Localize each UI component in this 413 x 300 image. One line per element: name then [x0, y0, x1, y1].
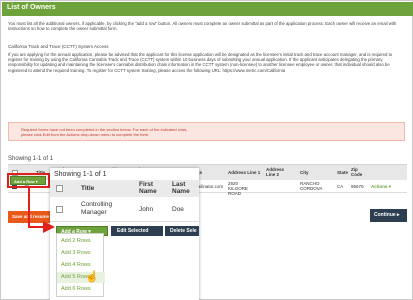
- cctt-title: California Track and Trace (CCTT) System…: [8, 44, 109, 49]
- required-forms-alert: Required forms have not been completed i…: [8, 122, 405, 141]
- delete-selected-label: Delete Sele: [170, 228, 197, 234]
- zoom-col-title: Title: [81, 185, 95, 192]
- hand-cursor-icon: ☝: [85, 271, 99, 283]
- zoom-cell-first-name: John: [139, 206, 154, 213]
- continue-button[interactable]: Continue ▸: [370, 209, 407, 222]
- cell-zip: 95670: [351, 184, 364, 189]
- zoom-cell-last-name: Doe: [172, 206, 184, 213]
- alert-text: Required forms have not been completed i…: [21, 127, 187, 137]
- continue-button-label: Continue ▸: [374, 212, 400, 218]
- menu-item-add-2-rows[interactable]: Add 2 Rows: [57, 236, 105, 247]
- edit-selected-label: Edit Selected: [117, 228, 149, 234]
- section-header: List of Owners: [2, 2, 413, 16]
- cell-state: CA: [337, 184, 344, 189]
- zoom-select-all-checkbox[interactable]: [56, 185, 63, 192]
- cctt-body: If you are applying for the annual appli…: [8, 52, 393, 73]
- pagination-summary: Showing 1-1 of 1: [8, 156, 54, 162]
- col-address1: Address Line 1: [228, 170, 261, 175]
- zoom-table-row[interactable]: Controlling Manager John Doe: [50, 198, 199, 222]
- add-rows-dropdown-menu: Add 2 Rows Add 3 Rows Add 4 Rows Add 5 R…: [56, 233, 105, 297]
- menu-item-add-6-rows[interactable]: Add 6 Rows: [57, 284, 105, 295]
- zoom-cell-title: Controlling Manager: [81, 201, 113, 216]
- cell-city: RANCHO CORDOVA: [300, 181, 323, 191]
- alert-line-2: please click Edit from the Actions drop-…: [21, 132, 150, 137]
- application-page: List of Owners You must list all the add…: [0, 0, 413, 300]
- zoom-row-checkbox[interactable]: [56, 206, 63, 213]
- section-title: List of Owners: [7, 4, 56, 11]
- zoom-col-first-name: First Name: [139, 181, 157, 195]
- menu-item-add-3-rows[interactable]: Add 3 Rows: [57, 248, 105, 259]
- zoom-pagination-summary: Showing 1-1 of 1: [54, 171, 107, 178]
- col-city: City: [300, 170, 309, 175]
- col-state: State: [337, 170, 349, 175]
- col-address2: Address Line 2: [266, 167, 285, 177]
- delete-selected-button[interactable]: Delete Sele: [165, 226, 199, 236]
- col-zip: Zip Code: [351, 167, 363, 177]
- intro-text: You must list all the additional owners,…: [8, 21, 397, 32]
- row-actions-dropdown[interactable]: Actions ▾: [371, 184, 391, 189]
- callout-highlight-box: [7, 173, 50, 188]
- save-and-resume-button[interactable]: Save and resume: [8, 211, 51, 223]
- zoom-col-last-name: Last Name: [172, 181, 190, 195]
- zoom-table-header: Title First Name Last Name: [50, 180, 199, 197]
- edit-selected-button[interactable]: Edit Selected: [111, 226, 163, 236]
- cell-address1: 2920 KILGORE ROAD: [228, 181, 249, 196]
- save-button-label: Save and resume: [12, 214, 50, 219]
